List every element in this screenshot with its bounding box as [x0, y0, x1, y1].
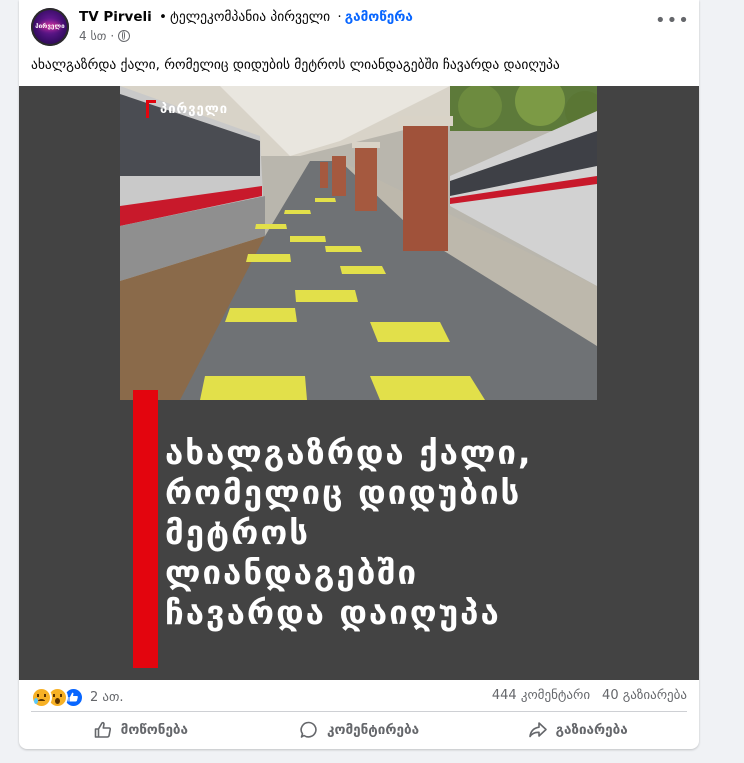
- follow-button[interactable]: გამოწერა: [345, 9, 413, 25]
- follow-separator: ·: [337, 9, 342, 25]
- page-subtitle[interactable]: ტელეკომპანია პირველი: [170, 9, 330, 25]
- post-actions: მოწონება კომენტირება გაზიარება: [31, 714, 687, 746]
- reactions-summary[interactable]: 2 ათ.: [31, 687, 124, 708]
- shares-count[interactable]: 40 გაზიარება: [602, 688, 687, 703]
- headline-line: ჩავარდა დაიღუპა: [165, 593, 501, 632]
- post-card: პირველი TV Pirveli • ტელეკომპანია პირველი…: [19, 0, 699, 749]
- post-stats: 2 ათ. 444 კომენტარი 40 გაზიარება: [31, 686, 687, 708]
- post-timestamp[interactable]: 4 სთ: [79, 29, 106, 43]
- headline-line: რომელიც დიდუბის: [165, 473, 522, 512]
- comment-bubble-icon: [300, 721, 317, 738]
- comment-button[interactable]: კომენტირება: [250, 714, 469, 746]
- globe-icon: [118, 30, 131, 42]
- watermark-logo-icon: [146, 100, 156, 118]
- share-button-label: გაზიარება: [555, 722, 628, 738]
- comment-button-label: კომენტირება: [326, 722, 420, 738]
- actions-divider: [31, 711, 687, 712]
- metro-photo-illustration: [120, 86, 597, 400]
- like-button-label: მოწონება: [120, 722, 189, 738]
- reaction-count[interactable]: 2 ათ.: [90, 690, 124, 705]
- headline-line: ლიანდაგებში: [165, 553, 419, 592]
- header-separator: •: [159, 9, 168, 25]
- red-accent-bar: [133, 390, 158, 668]
- engagement-counts: 444 კომენტარი 40 გაზიარება: [492, 688, 687, 703]
- post-caption: ახალგაზრდა ქალი, რომელიც დიდუბის მეტროს …: [31, 57, 560, 73]
- post-image[interactable]: პირველი ახალგაზრდა ქალი, რომელიც დიდუბის…: [19, 86, 699, 680]
- avatar-logo-text: პირველი: [35, 23, 65, 30]
- meta-separator: ·: [110, 29, 115, 43]
- photo-watermark: პირველი: [160, 102, 229, 117]
- page-avatar[interactable]: პირველი: [31, 8, 69, 46]
- share-button[interactable]: გაზიარება: [468, 714, 687, 746]
- more-options-button[interactable]: •••: [655, 12, 689, 36]
- page-name-link[interactable]: TV Pirveli: [79, 9, 152, 25]
- like-button[interactable]: მოწონება: [31, 714, 250, 746]
- metro-platform-photo: პირველი: [120, 86, 597, 400]
- headline-line: მეტროს: [165, 513, 310, 552]
- share-arrow-icon: [528, 722, 547, 738]
- thumbs-up-icon: [94, 721, 111, 738]
- comments-count[interactable]: 444 კომენტარი: [492, 688, 590, 703]
- image-headline: ახალგაზრდა ქალი, რომელიც დიდუბის მეტროს …: [165, 433, 685, 633]
- post-header: TV Pirveli • ტელეკომპანია პირველი · გამოწე…: [79, 9, 413, 25]
- headline-line: ახალგაზრდა ქალი,: [165, 433, 533, 472]
- post-meta: 4 სთ ·: [79, 29, 131, 43]
- sad-icon: [31, 687, 52, 708]
